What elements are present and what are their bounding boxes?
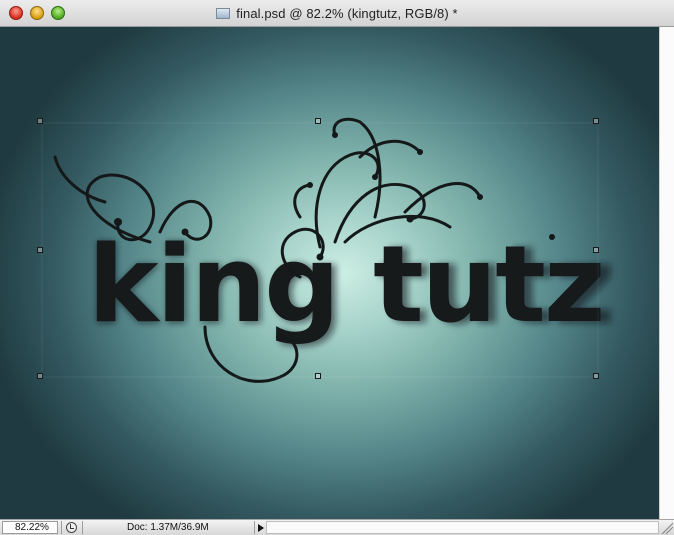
transform-handle-bottom-left[interactable] bbox=[37, 373, 43, 379]
vertical-scrollbar[interactable] bbox=[659, 27, 674, 519]
title-group: final.psd @ 82.2% (kingtutz, RGB/8) * bbox=[0, 0, 674, 26]
small-curl bbox=[293, 183, 312, 219]
document-icon bbox=[216, 7, 231, 19]
right-curl bbox=[403, 182, 482, 214]
document-size-info: Doc: 1.37M/36.9M bbox=[127, 522, 209, 533]
transform-handle-top-left[interactable] bbox=[37, 118, 43, 124]
transform-handle-top-right[interactable] bbox=[593, 118, 599, 124]
window-title: final.psd @ 82.2% (kingtutz, RGB/8) * bbox=[236, 5, 458, 21]
artwork-layer-kingtutz[interactable]: king tutz king tutz bbox=[0, 27, 659, 519]
status-menu-button[interactable] bbox=[254, 521, 265, 534]
zoom-level-field[interactable]: 82.22% bbox=[2, 521, 58, 534]
transform-handle-middle-left[interactable] bbox=[37, 247, 43, 253]
transform-handle-top-center[interactable] bbox=[315, 118, 321, 124]
transform-handle-middle-right[interactable] bbox=[593, 247, 599, 253]
title-bar[interactable]: final.psd @ 82.2% (kingtutz, RGB/8) * bbox=[0, 0, 674, 27]
transform-handle-bottom-right[interactable] bbox=[593, 373, 599, 379]
photoshop-document-window: final.psd @ 82.2% (kingtutz, RGB/8) * ki… bbox=[0, 0, 674, 535]
status-bar: 82.22% Doc: 1.37M/36.9M bbox=[0, 519, 674, 535]
timer-icon[interactable] bbox=[66, 522, 77, 533]
status-divider bbox=[61, 521, 62, 534]
resize-grip-icon[interactable] bbox=[660, 521, 673, 534]
document-canvas[interactable]: king tutz king tutz bbox=[0, 27, 659, 519]
transform-handle-bottom-center[interactable] bbox=[315, 373, 321, 379]
horizontal-scrollbar[interactable] bbox=[266, 521, 659, 534]
status-divider bbox=[82, 521, 83, 534]
